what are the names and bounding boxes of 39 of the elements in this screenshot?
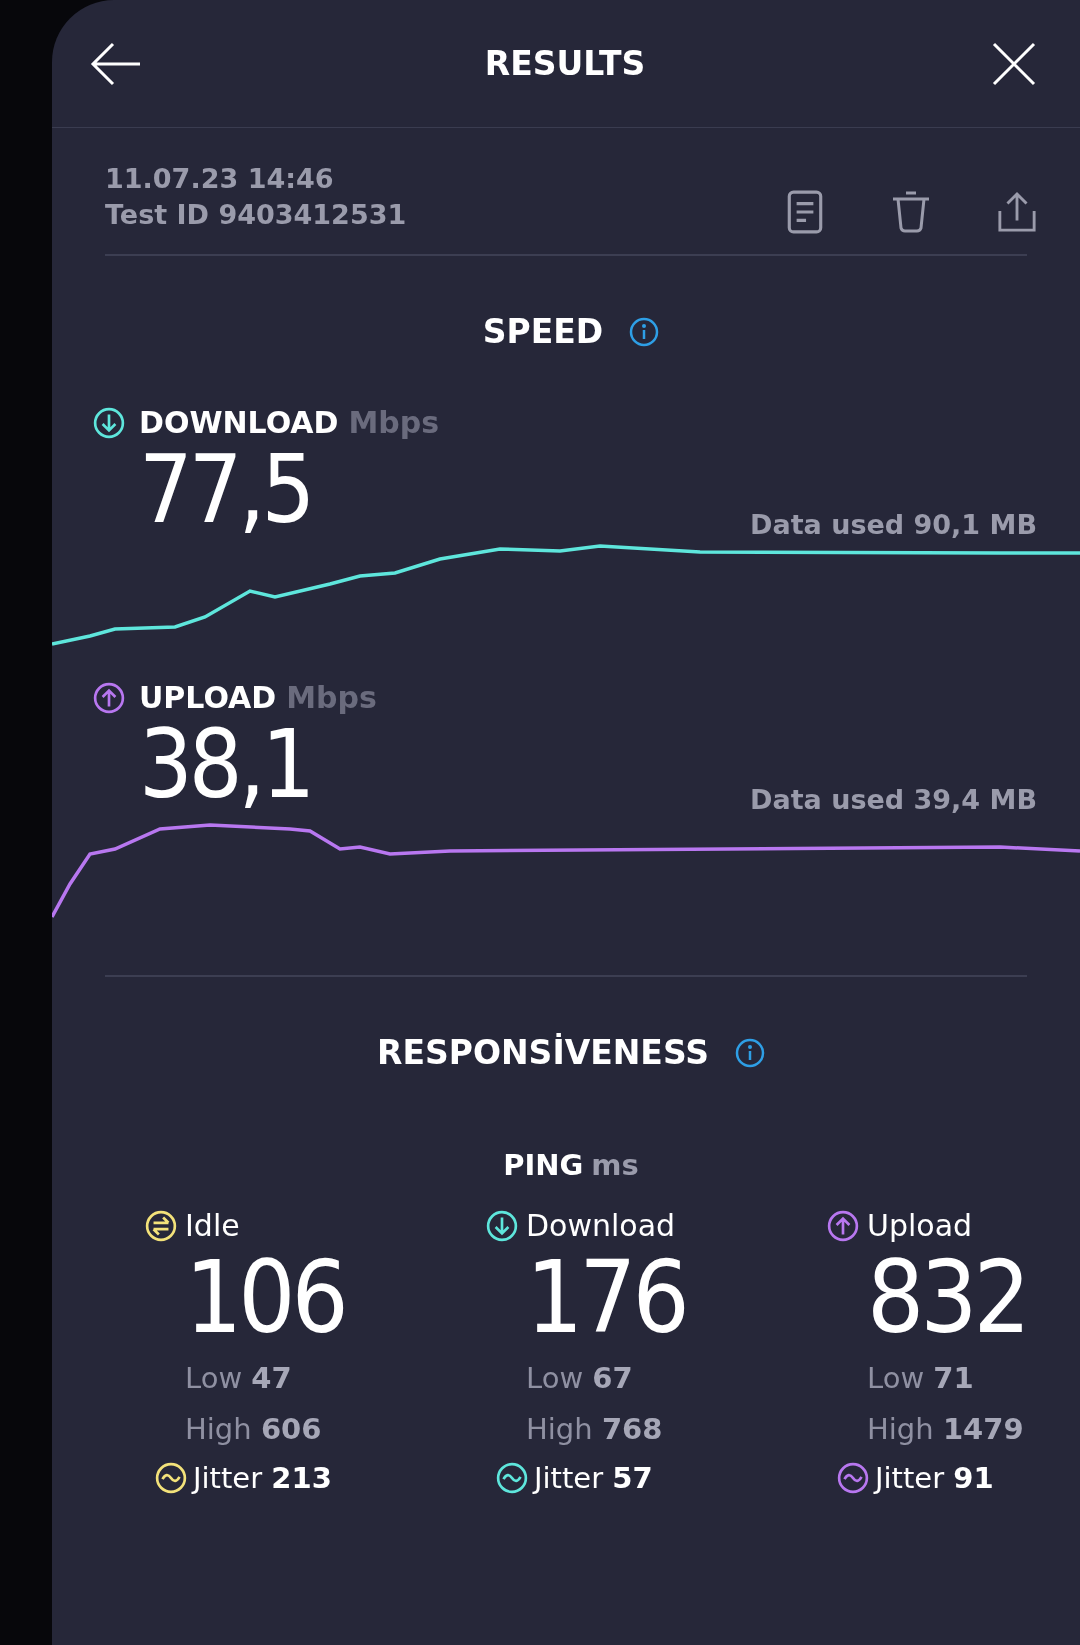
info-icon[interactable]	[734, 1037, 765, 1068]
jitter-value: Jitter 57	[534, 1461, 653, 1495]
ping-high: High 1479	[867, 1411, 1025, 1448]
ping-value: 832	[867, 1243, 1028, 1353]
ping-low: Low 47	[185, 1360, 293, 1397]
ping-high: High 768	[526, 1411, 664, 1448]
data-used: Data used 39,4 MB	[750, 784, 1037, 815]
ping-category: Upload	[867, 1208, 973, 1243]
responsiveness-heading: RESPONSİVENESS	[377, 1033, 709, 1072]
jitter-value: Jitter 213	[193, 1461, 332, 1495]
speed-value: 38,1	[139, 715, 312, 815]
page-title: RESULTS	[484, 44, 646, 83]
ping-category: Download	[526, 1208, 676, 1243]
trash-icon[interactable]	[891, 190, 931, 234]
ping-category: Idle	[185, 1208, 240, 1243]
jitter-value: Jitter 91	[875, 1461, 994, 1495]
speed-value: 77,5	[139, 440, 312, 540]
speed-heading: SPEED	[482, 312, 604, 351]
test-id: Test ID 9403412531	[105, 198, 407, 232]
share-icon[interactable]	[997, 190, 1037, 234]
jitter-icon	[496, 1462, 528, 1494]
info-icon[interactable]	[629, 316, 660, 347]
jitter-icon	[837, 1462, 869, 1494]
ping-value: 106	[185, 1243, 346, 1353]
metric-label: DOWNLOAD	[139, 405, 339, 440]
back-arrow-icon[interactable]	[90, 41, 142, 86]
metric-unit: Mbps	[286, 680, 377, 715]
ping-high: High 606	[185, 1411, 323, 1448]
metric-unit: Mbps	[348, 405, 440, 440]
document-icon[interactable]	[785, 190, 825, 234]
metric-label: UPLOAD	[139, 680, 277, 715]
jitter-icon	[155, 1462, 187, 1494]
ping-unit: ms	[591, 1148, 639, 1182]
data-used: Data used 90,1 MB	[750, 509, 1037, 540]
ping-label: PING	[503, 1148, 584, 1182]
test-date: 11.07.23 14:46	[105, 162, 335, 196]
ping-value: 176	[526, 1243, 687, 1353]
ping-low: Low 67	[526, 1360, 634, 1397]
ping-low: Low 71	[867, 1360, 975, 1397]
